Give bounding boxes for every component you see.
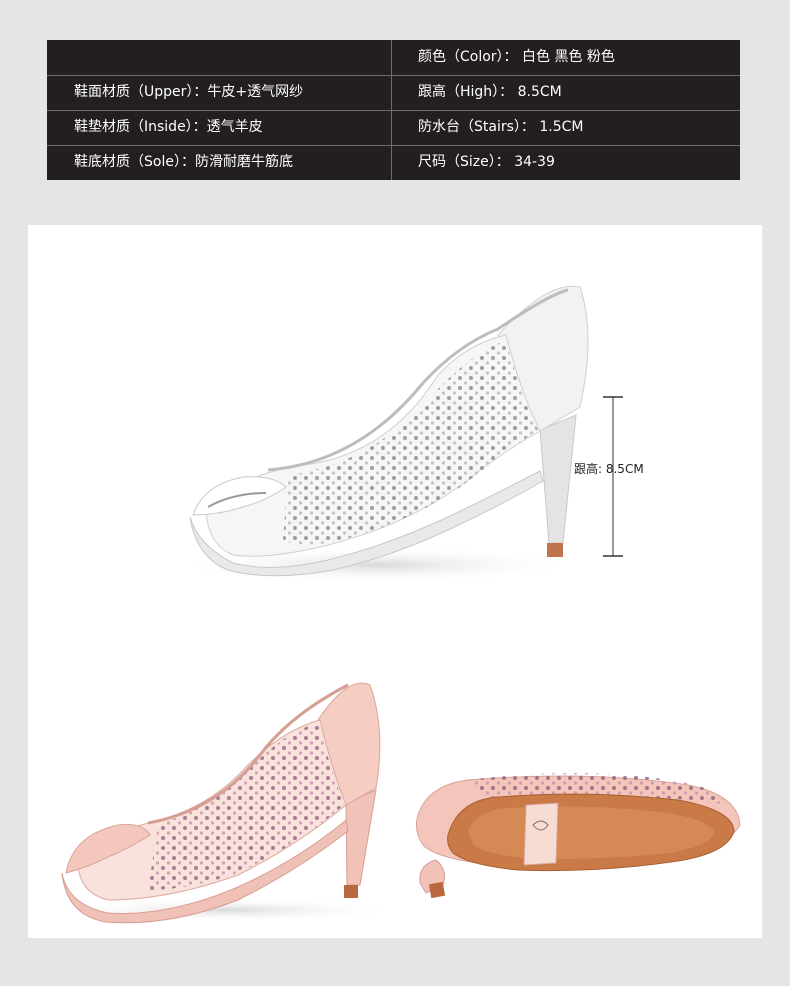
spec-table: 颜色（Color）： 白色 黑色 粉色 鞋面材质（Upper）：牛皮+透气网纱 … <box>47 40 740 180</box>
spec-upper: 鞋面材质（Upper）：牛皮+透气网纱 <box>74 84 304 100</box>
spec-platform: 防水台（Stairs）： 1.5CM <box>418 119 584 135</box>
spec-row: 颜色（Color）： 白色 黑色 粉色 <box>47 40 740 75</box>
spec-row: 鞋面材质（Upper）：牛皮+透气网纱 跟高（High）： 8.5CM <box>47 75 740 110</box>
heel-height-label: 跟高: 8.5CM <box>574 462 644 476</box>
spec-row: 鞋底材质（Sole）：防滑耐磨牛筋底 尺码（Size）： 34-39 <box>47 145 740 180</box>
spec-color: 颜色（Color）： 白色 黑色 粉色 <box>418 49 615 65</box>
white-shoe <box>178 285 623 583</box>
spec-row: 鞋垫材质（Inside）：透气羊皮 防水台（Stairs）： 1.5CM <box>47 110 740 145</box>
spec-size: 尺码（Size）： 34-39 <box>418 154 555 170</box>
pink-shoe-side <box>58 682 398 924</box>
pink-shoe-sole <box>415 773 741 899</box>
spec-sole: 鞋底材质（Sole）：防滑耐磨牛筋底 <box>74 154 293 170</box>
product-photo-panel: 跟高: 8.5CM <box>28 225 762 938</box>
spec-insole: 鞋垫材质（Inside）：透气羊皮 <box>74 119 263 135</box>
product-illustration <box>58 285 741 924</box>
spec-heel-height: 跟高（High）： 8.5CM <box>418 84 562 100</box>
